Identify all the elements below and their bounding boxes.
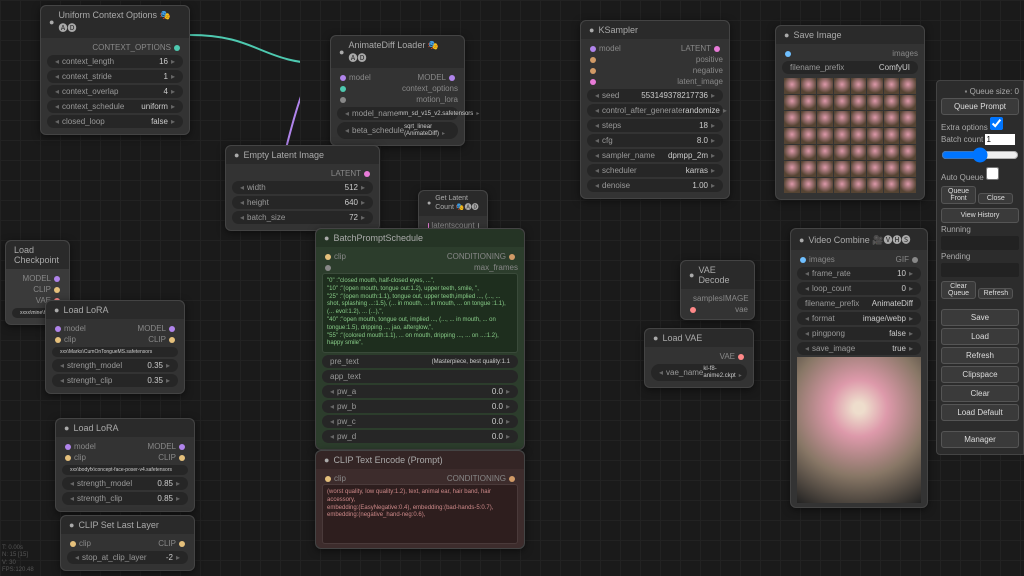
widget-strength-model[interactable]: strength_model0.35 xyxy=(52,359,178,372)
widget-width[interactable]: width512 xyxy=(232,181,373,194)
widget-sampler-name[interactable]: sampler_namedpmpp_2m xyxy=(587,149,723,162)
node-clip-set-last-layer[interactable]: ●CLIP Set Last Layer clipCLIP stop_at_cl… xyxy=(60,515,195,571)
widget-pre-text[interactable]: pre_text(Masterpiece, best quality:1.1 xyxy=(322,355,518,368)
widget-control-after-generate[interactable]: control_after_generaterandomize xyxy=(587,104,723,117)
save-button[interactable]: Save xyxy=(941,309,1019,326)
widget-context-length[interactable]: context_length16 xyxy=(47,55,183,68)
running-label: Running xyxy=(941,225,1019,234)
widget-strength-clip[interactable]: strength_clip0.35 xyxy=(52,374,178,387)
node-save-image[interactable]: ●Save Image images filename_prefixComfyU… xyxy=(775,25,925,200)
widget-scheduler[interactable]: schedulerkarras xyxy=(587,164,723,177)
node-title[interactable]: Load Checkpoint xyxy=(6,241,69,269)
control-panel: ▪ Queue size: 0 Queue Prompt Extra optio… xyxy=(936,80,1024,455)
perf-stats: T: 0.00s N: 15 [15] V: 30 FPS:120.48 xyxy=(2,545,34,574)
auto-queue-checkbox[interactable] xyxy=(986,167,999,180)
widget-loop-count[interactable]: loop_count0 xyxy=(797,282,921,295)
node-title[interactable]: ●Save Image xyxy=(776,26,924,44)
widget-denoise[interactable]: denoise1.00 xyxy=(587,179,723,192)
widget-save-image[interactable]: save_imagetrue xyxy=(797,342,921,355)
node-vae-decode[interactable]: ●VAE Decode samplesIMAGE vae xyxy=(680,260,755,320)
widget-pw-c[interactable]: pw_c0.0 xyxy=(322,415,518,428)
clear-button[interactable]: Clear xyxy=(941,385,1019,402)
clipspace-button[interactable]: Clipspace xyxy=(941,366,1019,383)
batch-count-slider[interactable] xyxy=(941,147,1019,163)
node-load-vae[interactable]: ●Load VAE VAE vae_namekl-f8-anime2.ckpt xyxy=(644,328,754,388)
output-context-options: CONTEXT_OPTIONS xyxy=(47,42,183,53)
node-load-lora-2[interactable]: ●Load LoRA modelMODEL clipCLIP xxx\bodyf… xyxy=(55,418,195,512)
widget-lora-name[interactable]: xxx\Marks\CumOnTongueMS.safetensors xyxy=(52,347,178,357)
widget-context-stride[interactable]: context_stride1 xyxy=(47,70,183,83)
widget-closed-loop[interactable]: closed_loopfalse xyxy=(47,115,183,128)
extra-options-checkbox[interactable] xyxy=(990,117,1003,130)
widget-frame-rate[interactable]: frame_rate10 xyxy=(797,267,921,280)
clear-queue-button[interactable]: Clear Queue xyxy=(941,281,976,299)
node-title[interactable]: ●KSampler xyxy=(581,21,729,39)
widget-pw-a[interactable]: pw_a0.0 xyxy=(322,385,518,398)
prompt-textarea[interactable]: "0" :"closed mouth, half-closed eyes, ..… xyxy=(322,273,518,353)
queue-size-label: ▪ Queue size: 0 xyxy=(941,87,1019,96)
manager-button[interactable]: Manager xyxy=(941,431,1019,448)
node-empty-latent-image[interactable]: ●Empty Latent Image LATENT width512 heig… xyxy=(225,145,380,231)
widget-context-overlap[interactable]: context_overlap4 xyxy=(47,85,183,98)
widget-strength-model[interactable]: strength_model0.85 xyxy=(62,477,188,490)
node-title[interactable]: ●Empty Latent Image xyxy=(226,146,379,164)
node-video-combine[interactable]: ●Video Combine 🎥🅥🅗🅢 imagesGIF frame_rate… xyxy=(790,228,928,508)
batch-count-input[interactable] xyxy=(985,134,1015,145)
node-animatediff-loader[interactable]: ●AnimateDiff Loader 🎭🅐🅓 modelMODEL conte… xyxy=(330,35,465,146)
widget-seed[interactable]: seed553149378217736 xyxy=(587,89,723,102)
widget-pw-b[interactable]: pw_b0.0 xyxy=(322,400,518,413)
pending-label: Pending xyxy=(941,252,1019,261)
node-title[interactable]: ●Load LoRA xyxy=(56,419,194,437)
widget-pw-d[interactable]: pw_d0.0 xyxy=(322,430,518,443)
node-batch-prompt-schedule[interactable]: ●BatchPromptSchedule clipCONDITIONING ma… xyxy=(315,228,525,450)
widget-vae-name[interactable]: vae_namekl-f8-anime2.ckpt xyxy=(651,364,747,381)
queue-front-button[interactable]: Queue Front xyxy=(941,186,976,204)
node-title[interactable]: ●Uniform Context Options 🎭🅐🅓 xyxy=(41,6,189,38)
node-uniform-context-options[interactable]: ●Uniform Context Options 🎭🅐🅓 CONTEXT_OPT… xyxy=(40,5,190,135)
load-default-button[interactable]: Load Default xyxy=(941,404,1019,421)
widget-model-name[interactable]: model_namemm_sd_v15_v2.safetensors xyxy=(337,107,458,120)
node-title[interactable]: ●Video Combine 🎥🅥🅗🅢 xyxy=(791,229,927,250)
widget-filename-prefix[interactable]: filename_prefixComfyUI xyxy=(782,61,918,74)
widget-lora-name[interactable]: xxx\bodyfx\concept-face-poser-v4.safeten… xyxy=(62,465,188,475)
widget-filename-prefix[interactable]: filename_prefixAnimateDiff xyxy=(797,297,921,310)
widget-strength-clip[interactable]: strength_clip0.85 xyxy=(62,492,188,505)
node-title[interactable]: ●VAE Decode xyxy=(681,261,754,289)
widget-context-schedule[interactable]: context_scheduleuniform xyxy=(47,100,183,113)
close-button[interactable]: Close xyxy=(978,193,1013,204)
widget-app-text[interactable]: app_text xyxy=(322,370,518,383)
node-title[interactable]: ●BatchPromptSchedule xyxy=(316,229,524,247)
node-clip-text-encode-neg[interactable]: ●CLIP Text Encode (Prompt) clipCONDITION… xyxy=(315,450,525,549)
load-button[interactable]: Load xyxy=(941,328,1019,345)
refresh-queue-button[interactable]: Refresh xyxy=(978,288,1013,299)
widget-cfg[interactable]: cfg8.0 xyxy=(587,134,723,147)
queue-prompt-button[interactable]: Queue Prompt xyxy=(941,98,1019,115)
widget-beta-schedule[interactable]: beta_schedulesqrt_linear (AnimateDiff) xyxy=(337,122,458,139)
widget-steps[interactable]: steps18 xyxy=(587,119,723,132)
refresh-button[interactable]: Refresh xyxy=(941,347,1019,364)
node-title[interactable]: ●AnimateDiff Loader 🎭🅐🅓 xyxy=(331,36,464,68)
node-title[interactable]: ●Get Latent Count 🎭🅐🅓 xyxy=(419,191,487,216)
node-load-lora-1[interactable]: ●Load LoRA modelMODEL clipCLIP xxx\Marks… xyxy=(45,300,185,394)
node-title[interactable]: ●Load VAE xyxy=(645,329,753,347)
widget-format[interactable]: formatimage/webp xyxy=(797,312,921,325)
video-preview xyxy=(797,357,921,503)
widget-height[interactable]: height640 xyxy=(232,196,373,209)
node-ksampler[interactable]: ●KSampler modelLATENT positive negative … xyxy=(580,20,730,199)
saved-image-grid xyxy=(782,76,918,195)
widget-batch-size[interactable]: batch_size72 xyxy=(232,211,373,224)
node-title[interactable]: ●CLIP Set Last Layer xyxy=(61,516,194,534)
node-title[interactable]: ●Load LoRA xyxy=(46,301,184,319)
view-history-button[interactable]: View History xyxy=(941,208,1019,223)
negative-prompt-textarea[interactable]: (worst quality, low quality:1.2), text, … xyxy=(322,484,518,544)
widget-stop-at-clip-layer[interactable]: stop_at_clip_layer-2 xyxy=(67,551,188,564)
widget-pingpong[interactable]: pingpongfalse xyxy=(797,327,921,340)
node-title[interactable]: ●CLIP Text Encode (Prompt) xyxy=(316,451,524,469)
